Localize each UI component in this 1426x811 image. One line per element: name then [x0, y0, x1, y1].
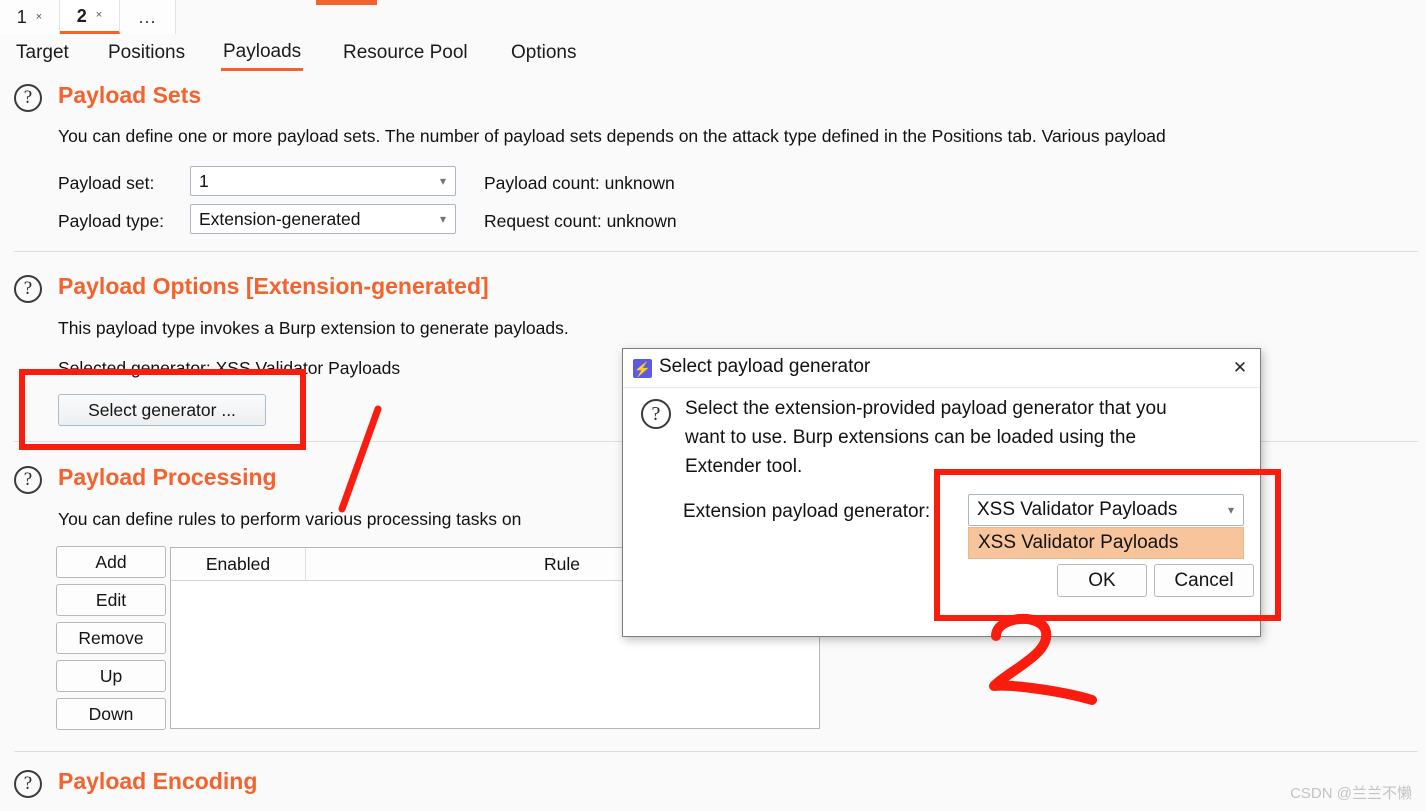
payload-set-select[interactable]: 1 ▾ — [190, 166, 456, 196]
intruder-tab-bar: Target Positions Payloads Resource Pool … — [0, 35, 1426, 73]
tab-options-label: Options — [511, 42, 577, 63]
payload-type-value: Extension-generated — [199, 208, 361, 229]
dropdown-option-xss-validator-payloads[interactable]: XSS Validator Payloads — [968, 527, 1244, 559]
tab-payloads-label: Payloads — [223, 40, 302, 62]
divider-1 — [14, 251, 1418, 252]
payload-options-help-icon[interactable]: ? — [14, 275, 42, 303]
csdn-watermark: CSDN @兰兰不懒 — [1290, 785, 1412, 802]
chevron-down-icon: ▾ — [1227, 503, 1234, 517]
tab-payloads[interactable]: Payloads — [221, 35, 304, 71]
payload-options-description: This payload type invokes a Burp extensi… — [58, 318, 569, 338]
dialog-ok-label: OK — [1088, 569, 1116, 591]
processing-up-label: Up — [99, 665, 123, 686]
divider-3 — [14, 751, 1418, 752]
select-generator-button-label: Select generator ... — [88, 399, 236, 420]
processing-down-label: Down — [88, 703, 134, 724]
processing-add-button[interactable]: Add — [56, 546, 166, 578]
tab-options[interactable]: Options — [509, 35, 578, 71]
select-payload-generator-dialog: ⚡ Select payload generator ✕ ? Select th… — [622, 348, 1261, 637]
payload-type-label: Payload type: — [58, 211, 165, 231]
selected-generator-text: Selected generator: XSS Validator Payloa… — [58, 358, 401, 378]
processing-add-label: Add — [95, 551, 127, 572]
tab-resource-pool[interactable]: Resource Pool — [341, 35, 470, 71]
dialog-titlebar: ⚡ Select payload generator ✕ — [623, 349, 1260, 388]
tab-target-label: Target — [16, 42, 69, 63]
payload-set-label: Payload set: — [58, 173, 155, 193]
payload-processing-description: You can define rules to perform various … — [58, 509, 522, 529]
attack-tab-overflow[interactable]: ... — [120, 0, 176, 34]
chevron-down-icon: ▾ — [439, 212, 446, 226]
dialog-description-line-1: Select the extension-provided payload ge… — [685, 398, 1167, 419]
payload-encoding-title: Payload Encoding — [58, 768, 258, 794]
attack-tab-2-label: 2 — [76, 5, 87, 26]
attack-tab-1-label: 1 — [16, 7, 27, 27]
payload-options-title: Payload Options [Extension-generated] — [58, 273, 489, 299]
dropdown-option-label: XSS Validator Payloads — [978, 532, 1179, 553]
processing-edit-button[interactable]: Edit — [56, 584, 166, 616]
processing-remove-button[interactable]: Remove — [56, 622, 166, 654]
request-count: Request count: unknown — [484, 211, 677, 231]
payload-sets-title: Payload Sets — [58, 82, 202, 108]
extension-payload-generator-label: Extension payload generator: — [683, 501, 931, 522]
dialog-cancel-label: Cancel — [1174, 569, 1234, 591]
dialog-title: Select payload generator — [659, 356, 871, 377]
dialog-cancel-button[interactable]: Cancel — [1154, 564, 1254, 597]
payload-sets-description: You can define one or more payload sets.… — [58, 126, 1166, 146]
processing-edit-label: Edit — [95, 589, 127, 610]
payload-set-value: 1 — [199, 170, 209, 191]
extension-payload-generator-value: XSS Validator Payloads — [977, 499, 1178, 520]
dialog-ok-button[interactable]: OK — [1057, 564, 1147, 597]
tab-resource-pool-label: Resource Pool — [343, 42, 468, 63]
payload-sets-help-icon[interactable]: ? — [14, 84, 42, 112]
dialog-description-line-2: want to use. Burp extensions can be load… — [685, 427, 1137, 448]
dialog-help-icon[interactable]: ? — [641, 399, 671, 429]
tab-positions[interactable]: Positions — [106, 35, 187, 71]
top-accent-marker — [316, 0, 377, 5]
payload-processing-title: Payload Processing — [58, 464, 277, 490]
dialog-description-line-3: Extender tool. — [685, 456, 803, 477]
column-header-enabled[interactable]: Enabled — [171, 548, 306, 580]
chevron-down-icon: ▾ — [439, 174, 446, 188]
attack-tab-2[interactable]: 2 × — [60, 0, 120, 34]
attack-tab-1[interactable]: 1 × — [0, 0, 60, 34]
tab-positions-label: Positions — [108, 42, 186, 63]
burp-lightning-glyph: ⚡ — [633, 360, 652, 377]
payload-count: Payload count: unknown — [484, 173, 675, 193]
tab-target[interactable]: Target — [14, 35, 71, 71]
processing-remove-label: Remove — [78, 627, 144, 648]
processing-down-button[interactable]: Down — [56, 698, 166, 730]
payload-encoding-help-icon[interactable]: ? — [14, 770, 42, 798]
processing-up-button[interactable]: Up — [56, 660, 166, 692]
payload-type-select[interactable]: Extension-generated ▾ — [190, 204, 456, 234]
attack-tab-1-close-icon[interactable]: × — [36, 11, 42, 23]
select-generator-button[interactable]: Select generator ... — [58, 394, 266, 426]
attack-tab-strip: 1 × 2 × ... — [0, 0, 1426, 36]
payload-processing-help-icon[interactable]: ? — [14, 466, 42, 494]
attack-tab-2-close-icon[interactable]: × — [96, 10, 102, 21]
attack-tab-overflow-label: ... — [138, 7, 157, 27]
close-icon[interactable]: ✕ — [1228, 357, 1252, 379]
extension-payload-generator-dropdown[interactable]: XSS Validator Payloads ▾ — [968, 494, 1244, 526]
burp-lightning-icon: ⚡ — [633, 359, 652, 378]
